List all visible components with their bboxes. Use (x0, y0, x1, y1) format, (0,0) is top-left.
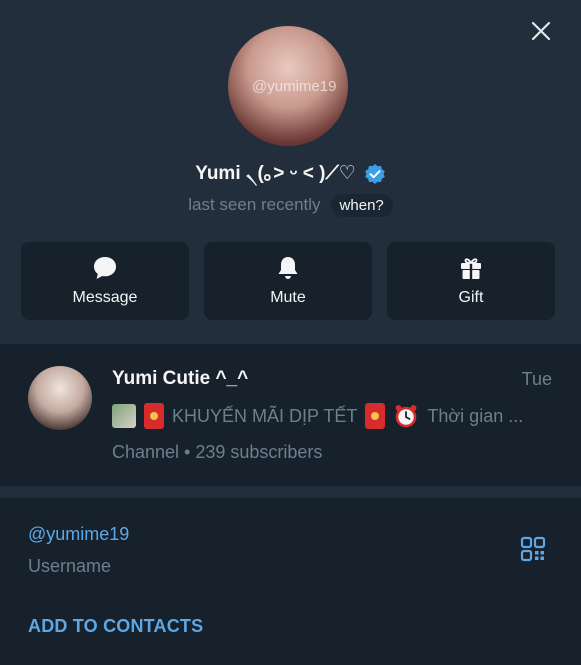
verified-badge-icon (364, 164, 385, 184)
linked-channel-item[interactable]: Yumi Cutie ^_^ Tue KHUYẾN MÃI DỊP TẾT Th… (0, 344, 581, 486)
when-button[interactable]: when? (330, 193, 393, 217)
section-divider (0, 486, 581, 498)
mute-label: Mute (270, 289, 306, 306)
gift-label: Gift (458, 289, 484, 306)
profile-name: Yumi ৲(｡> ᵕ < )⟋♡ (195, 162, 356, 184)
username-value[interactable]: @yumime19 (28, 524, 129, 545)
add-to-contacts-button[interactable]: ADD TO CONTACTS (28, 616, 203, 637)
message-label: Message (72, 289, 138, 306)
preview-thumbnail (112, 404, 136, 428)
gift-button[interactable]: Gift (387, 242, 555, 320)
action-buttons: Message Mute Gift (21, 242, 555, 320)
status-row: last seen recently when? (0, 192, 581, 218)
info-section: @yumime19 Username ADD TO CONTACTS (0, 498, 581, 665)
profile-header: @yumime19 Yumi ৲(｡> ᵕ < )⟋♡ last seen re… (0, 0, 581, 344)
preview-tail: Thời gian ... (427, 405, 524, 426)
qr-code-icon (520, 536, 546, 562)
channel-avatar (28, 366, 92, 430)
bell-icon (278, 257, 298, 279)
channel-subtitle: Channel • 239 subscribers (112, 442, 323, 462)
red-envelope-icon (365, 403, 386, 429)
message-button[interactable]: Message (21, 242, 189, 320)
alarm-clock-icon (395, 405, 417, 428)
name-row: Yumi ৲(｡> ᵕ < )⟋♡ (0, 160, 581, 188)
red-envelope-icon (144, 403, 164, 429)
mute-button[interactable]: Mute (204, 242, 372, 320)
gift-icon (461, 258, 481, 279)
last-seen-status: last seen recently (188, 195, 321, 214)
preview-text: KHUYẾN MÃI DỊP TẾT (172, 405, 358, 426)
qr-code-button[interactable] (520, 536, 546, 562)
channel-title: Yumi Cutie ^_^ (112, 368, 249, 389)
close-button[interactable] (526, 16, 556, 46)
close-icon (531, 21, 551, 41)
chat-bubble-icon (94, 257, 116, 279)
avatar-watermark: @yumime19 (252, 78, 337, 95)
username-label: Username (28, 556, 112, 576)
profile-avatar[interactable]: @yumime19 (228, 26, 348, 146)
channel-time: Tue (521, 369, 552, 389)
channel-preview: KHUYẾN MÃI DỊP TẾT Thời gian ... (112, 402, 552, 430)
